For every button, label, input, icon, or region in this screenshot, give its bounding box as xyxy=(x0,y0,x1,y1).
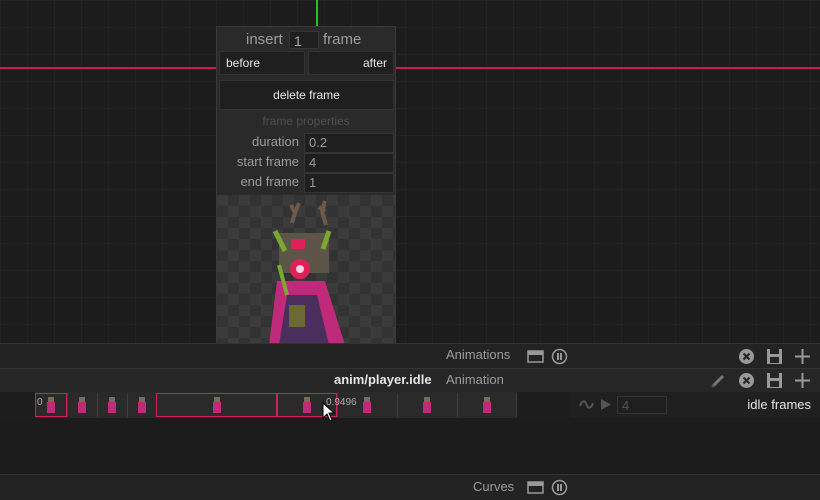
animation-type-label: Animation xyxy=(446,372,504,387)
start-frame-input[interactable]: 4 xyxy=(304,153,394,173)
animations-panel-bar: Animations xyxy=(0,343,820,368)
frame-thumbnail xyxy=(363,397,371,413)
info-icon[interactable] xyxy=(551,348,568,365)
y-axis-line xyxy=(316,0,318,26)
frame-thumbnail xyxy=(423,397,431,413)
animation-path[interactable]: anim/player.idle xyxy=(334,372,432,387)
frame-thumbnail xyxy=(78,397,86,413)
frame-timeline[interactable]: 0 0.9496 4 idle frames xyxy=(0,392,820,418)
animation-header-bar: anim/player.idle Animation xyxy=(0,368,820,392)
frame-thumbnail xyxy=(47,397,55,413)
insert-row: insert 1 frame xyxy=(217,29,397,51)
insert-label: insert xyxy=(246,31,283,48)
duration-label: duration xyxy=(252,134,299,149)
frame-label: frame xyxy=(323,31,362,48)
animation-name-label: idle frames xyxy=(747,397,811,412)
frame-thumbnail xyxy=(483,397,491,413)
curves-title: Curves xyxy=(473,479,515,494)
scene-viewport[interactable] xyxy=(0,0,820,343)
add-icon[interactable] xyxy=(794,372,811,389)
frame-count-input[interactable]: 4 xyxy=(617,396,667,414)
animations-title: Animations xyxy=(446,347,511,362)
insert-before-button[interactable]: before xyxy=(219,51,305,75)
curves-panel-bar: Curves xyxy=(0,474,820,500)
end-frame-label: end frame xyxy=(240,174,299,189)
pencil-icon[interactable] xyxy=(710,372,727,389)
start-frame-label: start frame xyxy=(236,154,299,169)
time-start-label: 0 xyxy=(37,397,43,408)
timeline-empty-area xyxy=(0,418,820,474)
insert-after-button[interactable]: after xyxy=(308,51,394,75)
save-icon[interactable] xyxy=(766,372,783,389)
add-icon[interactable] xyxy=(794,348,811,365)
duration-input[interactable]: 0.2 xyxy=(304,133,394,153)
close-icon[interactable] xyxy=(738,348,755,365)
delete-frame-button[interactable]: delete frame xyxy=(219,80,394,110)
info-icon[interactable] xyxy=(551,479,568,496)
collapse-icon[interactable] xyxy=(527,479,544,496)
frame-thumbnail xyxy=(213,397,221,413)
frame-thumbnail xyxy=(108,397,116,413)
x-axis-line xyxy=(0,67,820,69)
frame-properties-header: frame properties xyxy=(262,114,350,128)
insert-count-input[interactable]: 1 xyxy=(289,31,319,49)
mouse-cursor-icon xyxy=(322,401,336,425)
end-frame-input[interactable]: 1 xyxy=(304,173,394,193)
loop-icon[interactable] xyxy=(578,396,595,413)
collapse-icon[interactable] xyxy=(527,348,544,365)
frame-popup: insert 1 frame before after delete frame… xyxy=(216,26,396,376)
close-icon[interactable] xyxy=(738,372,755,389)
play-icon[interactable] xyxy=(597,396,614,413)
frame-thumbnail xyxy=(138,397,146,413)
frame-thumbnail xyxy=(303,397,311,413)
save-icon[interactable] xyxy=(766,348,783,365)
